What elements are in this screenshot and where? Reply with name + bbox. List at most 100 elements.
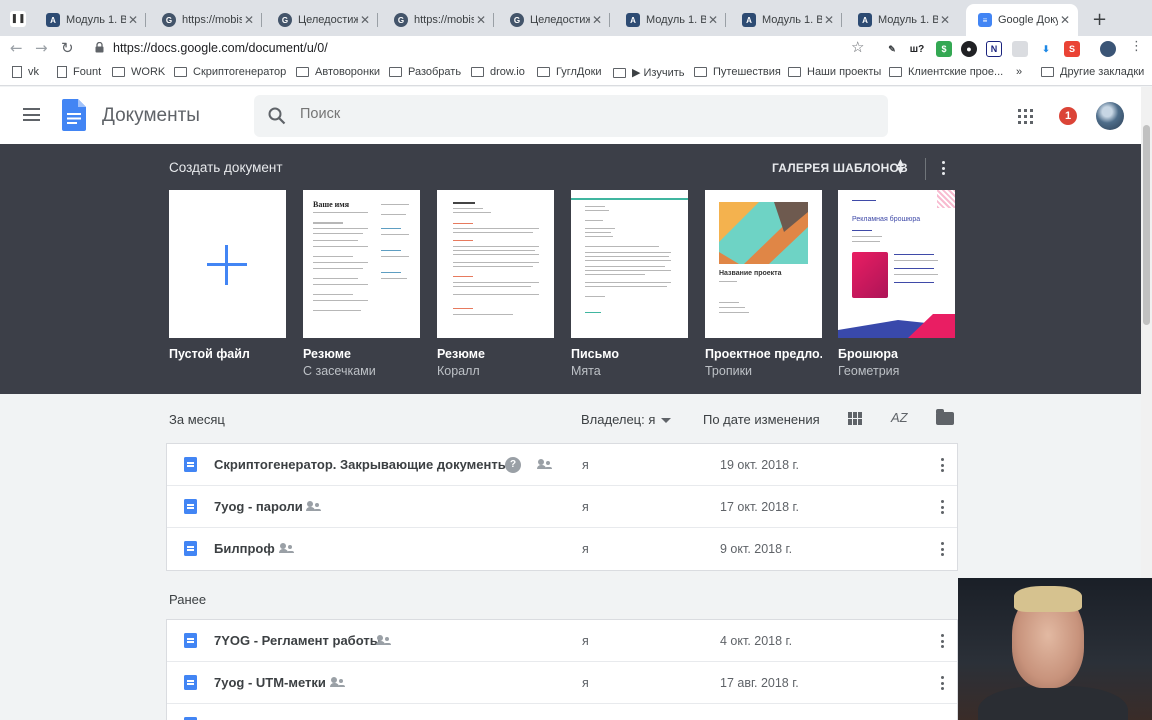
browser-tab[interactable]: A Модуль 1. Вве ✕ [34,6,146,34]
template-brochure-geometry[interactable]: Рекламная брошюра Брошюра Геометрия [838,190,955,378]
close-tab-icon[interactable]: ✕ [474,13,488,27]
whatruns-extension-icon[interactable]: ш? [909,41,925,57]
template-proposal-tropics[interactable]: Название проекта Проектное предло... Тро… [705,190,822,378]
doc-row[interactable]: 7yog - пароли я 17 окт. 2018 г. [167,486,957,528]
file-picker-folder-icon[interactable] [936,409,954,425]
more-options-icon[interactable] [941,500,945,517]
template-resume-coral[interactable]: Резюме Коралл [437,190,554,378]
doc-row-partial[interactable] [167,704,957,720]
bookmark-item[interactable]: Наши проекты [788,66,881,78]
search-box[interactable] [254,95,888,137]
forward-icon[interactable]: → [35,39,48,57]
template-thumbnail[interactable]: Рекламная брошюра [838,190,955,338]
search-input[interactable] [300,106,860,122]
notion-extension-icon[interactable]: N [986,41,1002,57]
star-icon[interactable]: ☆ [851,38,864,56]
geometry-pattern-icon [838,314,955,338]
pen-extension-icon[interactable]: ✎ [884,41,900,57]
back-icon[interactable]: ← [10,39,23,57]
notification-badge[interactable]: 1 [1059,107,1077,125]
template-thumbnail[interactable] [169,190,286,338]
money-extension-icon[interactable]: $ [936,41,952,57]
browser-tab[interactable]: A Модуль 1. Вве ✕ [614,6,726,34]
doc-row[interactable]: Билпроф я 9 окт. 2018 г. [167,528,957,570]
search-icon[interactable] [268,107,286,125]
doc-row[interactable]: 7yog - UTM-метки я 17 авг. 2018 г. [167,662,957,704]
shared-people-icon [376,635,392,646]
download-extension-icon[interactable]: ⬇ [1038,41,1054,57]
doc-title[interactable]: 7YOG - Регламент работы [214,633,381,648]
close-tab-icon[interactable]: ✕ [1058,13,1072,27]
close-tab-icon[interactable]: ✕ [706,13,720,27]
more-options-icon[interactable] [941,542,945,559]
browser-tab[interactable]: A Модуль 1. Вве ✕ [846,6,958,34]
browser-tab-active[interactable]: ≡ Google Докум ✕ [966,4,1078,36]
bookmark-item[interactable]: drow.io [471,66,525,78]
template-thumbnail[interactable] [437,190,554,338]
address-bar[interactable]: https://docs.google.com/document/u/0/ [113,41,328,55]
doc-title[interactable]: Скриптогенератор. Закрывающие документы. [214,457,512,472]
reload-icon[interactable]: ↻ [61,39,74,57]
doc-title[interactable]: Билпроф [214,541,275,556]
browser-tab[interactable]: A Модуль 1. Вве ✕ [730,6,842,34]
browser-tab[interactable]: G https://mobisc ✕ [150,6,262,34]
bookmark-item[interactable]: WORK [112,66,165,78]
expand-gallery-icon[interactable]: ▲ ▼ [897,159,904,176]
template-thumbnail[interactable]: Ваше имя [303,190,420,338]
bookmark-item[interactable]: vk [12,66,39,78]
other-bookmarks[interactable]: Другие закладки [1041,66,1144,78]
gallery-more-icon[interactable] [942,161,946,178]
doc-row[interactable]: 7YOG - Регламент работы я 4 окт. 2018 г. [167,620,957,662]
close-tab-icon[interactable]: ✕ [126,13,140,27]
template-thumbnail[interactable] [571,190,688,338]
apps-grid-icon[interactable] [1018,109,1033,124]
bookmark-item[interactable]: Скриптогенератор [174,66,286,78]
bookmark-item[interactable]: Автоворонки [296,66,380,78]
account-avatar[interactable] [1096,102,1124,130]
doc-row[interactable]: Скриптогенератор. Закрывающие документы.… [167,444,957,486]
close-tab-icon[interactable]: ✕ [590,13,604,27]
template-letter-mint[interactable]: Письмо Мята [571,190,688,378]
sort-az-icon[interactable]: AZ [891,410,908,425]
doc-title[interactable]: 7yog - UTM-метки [214,675,326,690]
bookmarks-overflow[interactable]: » [1016,66,1022,78]
doc-title[interactable]: 7yog - пароли [214,499,303,514]
close-tab-icon[interactable]: ✕ [822,13,836,27]
owner-filter-dropdown[interactable]: Владелец: я [581,412,672,427]
docs-logo-icon[interactable] [62,99,86,131]
bookmark-item[interactable]: Путешествия [694,66,781,78]
more-options-icon[interactable] [941,458,945,475]
new-tab-icon[interactable]: + [1092,9,1107,30]
template-gallery-button[interactable]: ГАЛЕРЕЯ ШАБЛОНОВ [772,161,908,175]
browser-tab[interactable]: G Целедостиже ✕ [498,6,610,34]
pause-icon[interactable]: ❚❚ [10,11,26,27]
shield-extension-icon[interactable]: ● [961,41,977,57]
template-resume-serif[interactable]: Ваше имя Резюме С засечками [303,190,420,378]
chat-extension-icon[interactable] [1012,41,1028,57]
s-extension-icon[interactable]: S [1064,41,1080,57]
bookmark-item[interactable]: Разобрать [389,66,461,78]
main-menu-icon[interactable] [23,108,40,121]
bookmark-item[interactable]: Клиентские прое... [889,66,1003,78]
close-tab-icon[interactable]: ✕ [938,13,952,27]
bookmark-item[interactable]: ▶ Изучить [613,66,685,79]
scrollbar-thumb[interactable] [1143,125,1150,325]
close-tab-icon[interactable]: ✕ [358,13,372,27]
browser-tab[interactable]: G https://mobisc ✕ [382,6,494,34]
template-blank[interactable]: Пустой файл [169,190,286,364]
sort-by-date-button[interactable]: По дате изменения [703,412,820,427]
template-name: Брошюра [838,347,898,361]
tab-favicon-icon: G [394,13,408,27]
close-tab-icon[interactable]: ✕ [242,13,256,27]
bookmark-item[interactable]: ГуглДоки [537,66,602,78]
grid-view-icon[interactable] [848,412,863,425]
browser-tab[interactable]: G Целедостиже ✕ [266,6,378,34]
browser-menu-icon[interactable]: ⋮ [1130,39,1143,54]
help-badge-icon[interactable]: ? [505,457,521,473]
more-options-icon[interactable] [941,676,945,693]
bookmark-item[interactable]: Fount [57,66,101,78]
more-options-icon[interactable] [941,634,945,651]
app-name[interactable]: Документы [102,105,200,127]
profile-icon[interactable] [1100,41,1116,57]
template-thumbnail[interactable]: Название проекта [705,190,822,338]
